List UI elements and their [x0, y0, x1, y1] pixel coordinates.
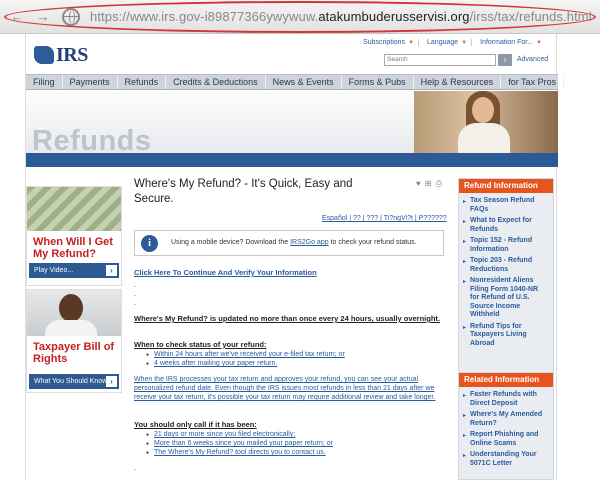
when-to-call-heading: You should only call if it has been: [134, 420, 257, 429]
main-content: Where's My Refund? - It's Quick, Easy an… [134, 177, 449, 472]
taxpayer-rights-promo[interactable]: Taxpayer Bill of Rights What You Should … [26, 289, 122, 393]
sidebar-link[interactable]: Topic 152 - Refund Information [463, 237, 549, 254]
plus-icon[interactable]: ⊞ [425, 179, 432, 189]
money-image [27, 187, 121, 231]
list-item[interactable]: The Where's My Refund? tool directs you … [146, 448, 333, 458]
subscriptions-menu[interactable]: Subscriptions ▼ [363, 39, 420, 46]
sidebar-link[interactable]: Topic 203 - Refund Reductions [463, 257, 549, 274]
nav-forms-pubs[interactable]: Forms & Pubs [342, 75, 414, 89]
irs2go-app-link[interactable]: IRS2Go app [290, 239, 329, 246]
sidebar-link[interactable]: Report Phishing and Online Scams [463, 431, 549, 448]
information-for-menu[interactable]: Information For... ▼ [480, 39, 546, 46]
when-to-check-heading: When to check status of your refund: [134, 340, 267, 349]
red-highlight-oval [4, 1, 596, 33]
page-banner: Refunds [26, 91, 558, 167]
promo-title: Taxpayer Bill of Rights [33, 341, 115, 365]
box-heading: Related Information [459, 373, 553, 387]
list-item[interactable]: 4 weeks after mailing your paper return. [146, 359, 345, 369]
print-icon[interactable]: ⎙ [435, 179, 441, 189]
sidebar-link[interactable]: Where's My Amended Return? [463, 411, 549, 428]
update-frequency-text: Where's My Refund? is updated no more th… [134, 314, 441, 323]
sidebar-link[interactable]: Nonresident Aliens Filing Form 1040-NR f… [463, 277, 549, 320]
language-menu[interactable]: Language ▼ [427, 39, 473, 46]
web-page: IRS Subscriptions ▼ Language ▼ Information… [25, 34, 565, 480]
main-navigation: Filing Payments Refunds Credits & Deduct… [26, 74, 565, 90]
man-photo [27, 290, 121, 336]
search-button[interactable]: › [498, 54, 512, 66]
chevron-right-icon: › [106, 265, 117, 276]
chevron-down-icon: ▼ [408, 39, 415, 46]
refund-video-promo[interactable]: When Will I Get My Refund? Play Video...… [26, 186, 122, 286]
related-information-box: Related Information Faster Refunds with … [458, 372, 554, 480]
woman-photo [454, 91, 514, 153]
refund-processing-paragraph[interactable]: When the IRS processes your tax return a… [134, 375, 447, 402]
nav-help-resources[interactable]: Help & Resources [414, 75, 502, 89]
dot-text: . [134, 280, 137, 289]
language-links[interactable]: Español | ?? | ??? | Ti?ngVi?t | P?????? [322, 215, 447, 222]
page-tools: ♥ ⊞ ⎙ [416, 179, 442, 189]
box-heading: Refund Information [459, 179, 553, 193]
sidebar-link[interactable]: Tax Season Refund FAQs [463, 197, 549, 214]
dot-text: . [134, 298, 137, 307]
nav-refunds[interactable]: Refunds [118, 75, 167, 89]
verify-information-link[interactable]: Click Here To Continue And Verify Your I… [134, 268, 317, 277]
chevron-down-icon: ▼ [461, 39, 468, 46]
promo-title: When Will I Get My Refund? [33, 236, 113, 260]
nav-tax-pros[interactable]: for Tax Pros [501, 75, 565, 89]
chevron-down-icon: ▼ [536, 39, 542, 46]
refund-information-box: Refund Information Tax Season Refund FAQ… [458, 178, 554, 375]
sidebar-link[interactable]: What to Expect for Refunds [463, 217, 549, 234]
advanced-search-link[interactable]: Advanced [517, 56, 548, 63]
nav-filing[interactable]: Filing [26, 75, 63, 89]
what-you-should-know-button[interactable]: What You Should Know › [29, 374, 119, 389]
chevron-right-icon: › [106, 376, 117, 387]
utility-links: Subscriptions ▼ Language ▼ Information For… [363, 39, 546, 46]
mobile-app-notice: i Using a mobile device? Download the IR… [134, 230, 444, 256]
list-item[interactable]: 21 days or more since you filed electron… [146, 430, 333, 440]
nav-news-events[interactable]: News & Events [266, 75, 342, 89]
info-icon: i [141, 235, 158, 252]
heart-icon[interactable]: ♥ [416, 179, 421, 189]
list-item[interactable]: Within 24 hours after we've received you… [146, 350, 345, 360]
irs-logo[interactable]: IRS [34, 44, 88, 66]
nav-payments[interactable]: Payments [63, 75, 118, 89]
logo-text: IRS [56, 43, 88, 66]
browser-toolbar: ← → https://www.irs.gov-i89877366ywywuw.… [0, 0, 600, 34]
article-headline: Where's My Refund? - It's Quick, Easy an… [134, 178, 353, 205]
dot-text: . [134, 463, 137, 472]
mobile-notice-text: Using a mobile device? Download the IRS2… [171, 239, 417, 246]
sidebar-link[interactable]: Understanding Your 5071C Letter [463, 451, 549, 468]
sidebar-link[interactable]: Faster Refunds with Direct Deposit [463, 391, 549, 408]
when-to-call-list: 21 days or more since you filed electron… [146, 430, 333, 458]
play-video-button[interactable]: Play Video... › [29, 263, 119, 278]
when-to-check-list: Within 24 hours after we've received you… [146, 350, 345, 369]
list-item[interactable]: More than 6 weeks since you mailed your … [146, 439, 333, 449]
banner-strip [26, 153, 558, 167]
dot-text: . [134, 289, 137, 298]
eagle-icon [34, 46, 54, 64]
sidebar-link[interactable]: Refund Tips for Taxpayers Living Abroad [463, 323, 549, 349]
search-input[interactable]: Search [384, 54, 496, 66]
nav-credits-deductions[interactable]: Credits & Deductions [166, 75, 266, 89]
